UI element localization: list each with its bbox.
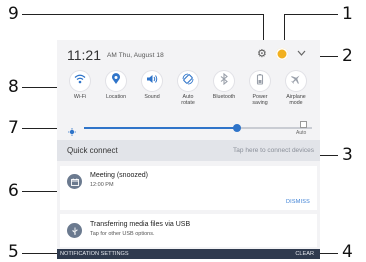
quick-connect-hint: Tap here to connect devices xyxy=(233,147,314,154)
callout-1: 1 xyxy=(342,4,353,24)
bluetooth-icon xyxy=(218,72,230,90)
quick-setting-wifi[interactable]: Wi-Fi xyxy=(63,71,97,100)
quick-setting-label: Location xyxy=(105,94,127,100)
brightness-control: Auto xyxy=(57,120,320,136)
clock-date: AM Thu, August 18 xyxy=(107,52,164,59)
notification-card-meeting[interactable]: Meeting (snoozed) 12:00 PM DISMISS xyxy=(60,166,317,210)
notification-subtitle: 12:00 PM xyxy=(90,182,114,188)
expand-chevron-icon[interactable] xyxy=(297,48,306,59)
clear-button[interactable]: CLEAR xyxy=(295,251,314,257)
auto-rotate-icon xyxy=(182,72,194,90)
sound-icon xyxy=(146,72,158,90)
callout-4: 4 xyxy=(342,242,353,262)
wifi-icon xyxy=(74,72,86,90)
auto-brightness-label: Auto xyxy=(296,130,307,136)
callout-5: 5 xyxy=(8,242,19,262)
quick-setting-location[interactable]: Location xyxy=(99,71,133,100)
quick-setting-label: Power saving xyxy=(252,94,268,107)
dismiss-button[interactable]: DISMISS xyxy=(286,199,310,205)
airplane-icon xyxy=(290,72,302,90)
quick-setting-airplane[interactable]: Airplane mode xyxy=(279,71,313,106)
leader-line-9 xyxy=(22,14,263,15)
callout-6: 6 xyxy=(8,181,19,201)
quick-setting-label: Sound xyxy=(144,94,160,100)
notification-panel: 11:21 AM Thu, August 18 ⚙ Wi-Fi Location… xyxy=(57,40,320,259)
quick-connect-bar[interactable]: Quick connect Tap here to connect device… xyxy=(57,140,320,161)
quick-setting-label: Auto rotate xyxy=(181,94,195,107)
quick-setting-label: Airplane mode xyxy=(286,94,306,107)
quick-setting-sound[interactable]: Sound xyxy=(135,71,169,100)
quick-setting-label: Wi-Fi xyxy=(73,94,87,100)
leader-line-8 xyxy=(22,87,60,88)
clock-time: 11:21 xyxy=(67,47,101,63)
leader-line-7 xyxy=(22,128,60,129)
notification-subtitle: Tap for other USB options. xyxy=(90,231,155,237)
leader-line-6 xyxy=(22,191,60,192)
brightness-slider-knob[interactable] xyxy=(232,124,241,132)
callout-7: 7 xyxy=(8,118,19,138)
notification-card-usb[interactable]: Transferring media files via USB Tap for… xyxy=(60,214,317,247)
settings-gear-icon[interactable]: ⚙ xyxy=(257,49,267,60)
usb-icon xyxy=(67,223,82,238)
leader-line-4 xyxy=(320,253,338,254)
quick-connect-title: Quick connect xyxy=(67,146,118,155)
callout-9: 9 xyxy=(8,4,19,24)
power-saving-icon xyxy=(254,72,266,90)
status-bar: 11:21 AM Thu, August 18 ⚙ xyxy=(57,40,320,68)
callout-3: 3 xyxy=(342,145,353,165)
leader-line-3 xyxy=(320,155,338,156)
notification-settings-button[interactable]: NOTIFICATION SETTINGS xyxy=(60,251,129,257)
location-icon xyxy=(110,72,122,90)
callout-8: 8 xyxy=(8,77,19,97)
brightness-slider-fill xyxy=(84,127,237,129)
quick-setting-auto-rotate[interactable]: Auto rotate xyxy=(171,71,205,106)
brightness-slider[interactable] xyxy=(84,124,312,132)
user-avatar-icon[interactable] xyxy=(276,48,288,60)
leader-line-1 xyxy=(284,14,338,15)
leader-line-5 xyxy=(22,253,58,254)
quick-setting-power-saving[interactable]: Power saving xyxy=(243,71,277,106)
notification-bottom-bar: NOTIFICATION SETTINGS CLEAR xyxy=(57,249,320,259)
notification-title: Meeting (snoozed) xyxy=(90,172,148,179)
quick-setting-bluetooth[interactable]: Bluetooth xyxy=(207,71,241,100)
brightness-icon xyxy=(68,123,76,136)
callout-2: 2 xyxy=(342,46,353,66)
calendar-icon xyxy=(67,174,82,189)
notification-title: Transferring media files via USB xyxy=(90,221,191,228)
quick-settings-row: Wi-Fi Location Sound Auto rotate Bluetoo… xyxy=(57,71,320,121)
auto-brightness-checkbox[interactable] xyxy=(300,121,307,128)
quick-setting-label: Bluetooth xyxy=(212,94,236,100)
